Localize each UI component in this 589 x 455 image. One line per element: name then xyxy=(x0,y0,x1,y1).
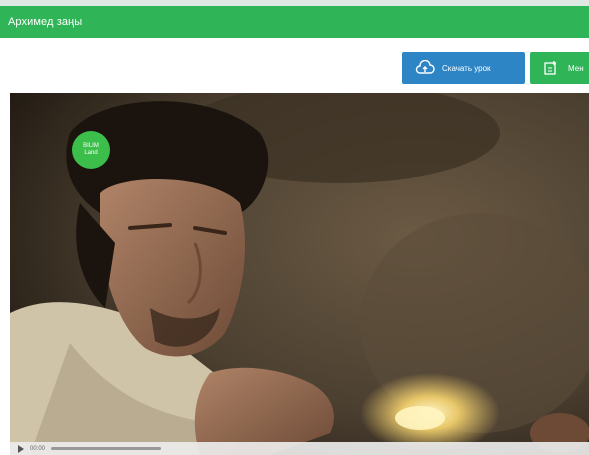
play-icon[interactable] xyxy=(18,444,24,453)
page-title: Архимед заңы xyxy=(8,16,83,28)
channel-logo: BILIM Land xyxy=(72,131,110,169)
toolbar: Скачать урок Мен xyxy=(0,38,589,90)
video-controls: 00:00 xyxy=(10,442,589,455)
time-display: 00:00 xyxy=(30,445,46,452)
download-lesson-label: Скачать урок xyxy=(442,63,491,73)
extra-label: Мен xyxy=(568,63,584,73)
lesson-title-bar: Архимед заңы xyxy=(0,6,589,38)
channel-logo-line2: Land xyxy=(84,150,98,156)
channel-logo-line1: BILIM xyxy=(83,143,99,149)
download-lesson-button[interactable]: Скачать урок xyxy=(402,52,525,84)
progress-bar[interactable] xyxy=(51,447,162,450)
document-add-icon xyxy=(540,57,562,79)
video-player[interactable]: BILIM Land 00:00 xyxy=(10,93,589,455)
cloud-upload-icon xyxy=(414,57,436,79)
extra-button[interactable]: Мен xyxy=(530,52,589,84)
